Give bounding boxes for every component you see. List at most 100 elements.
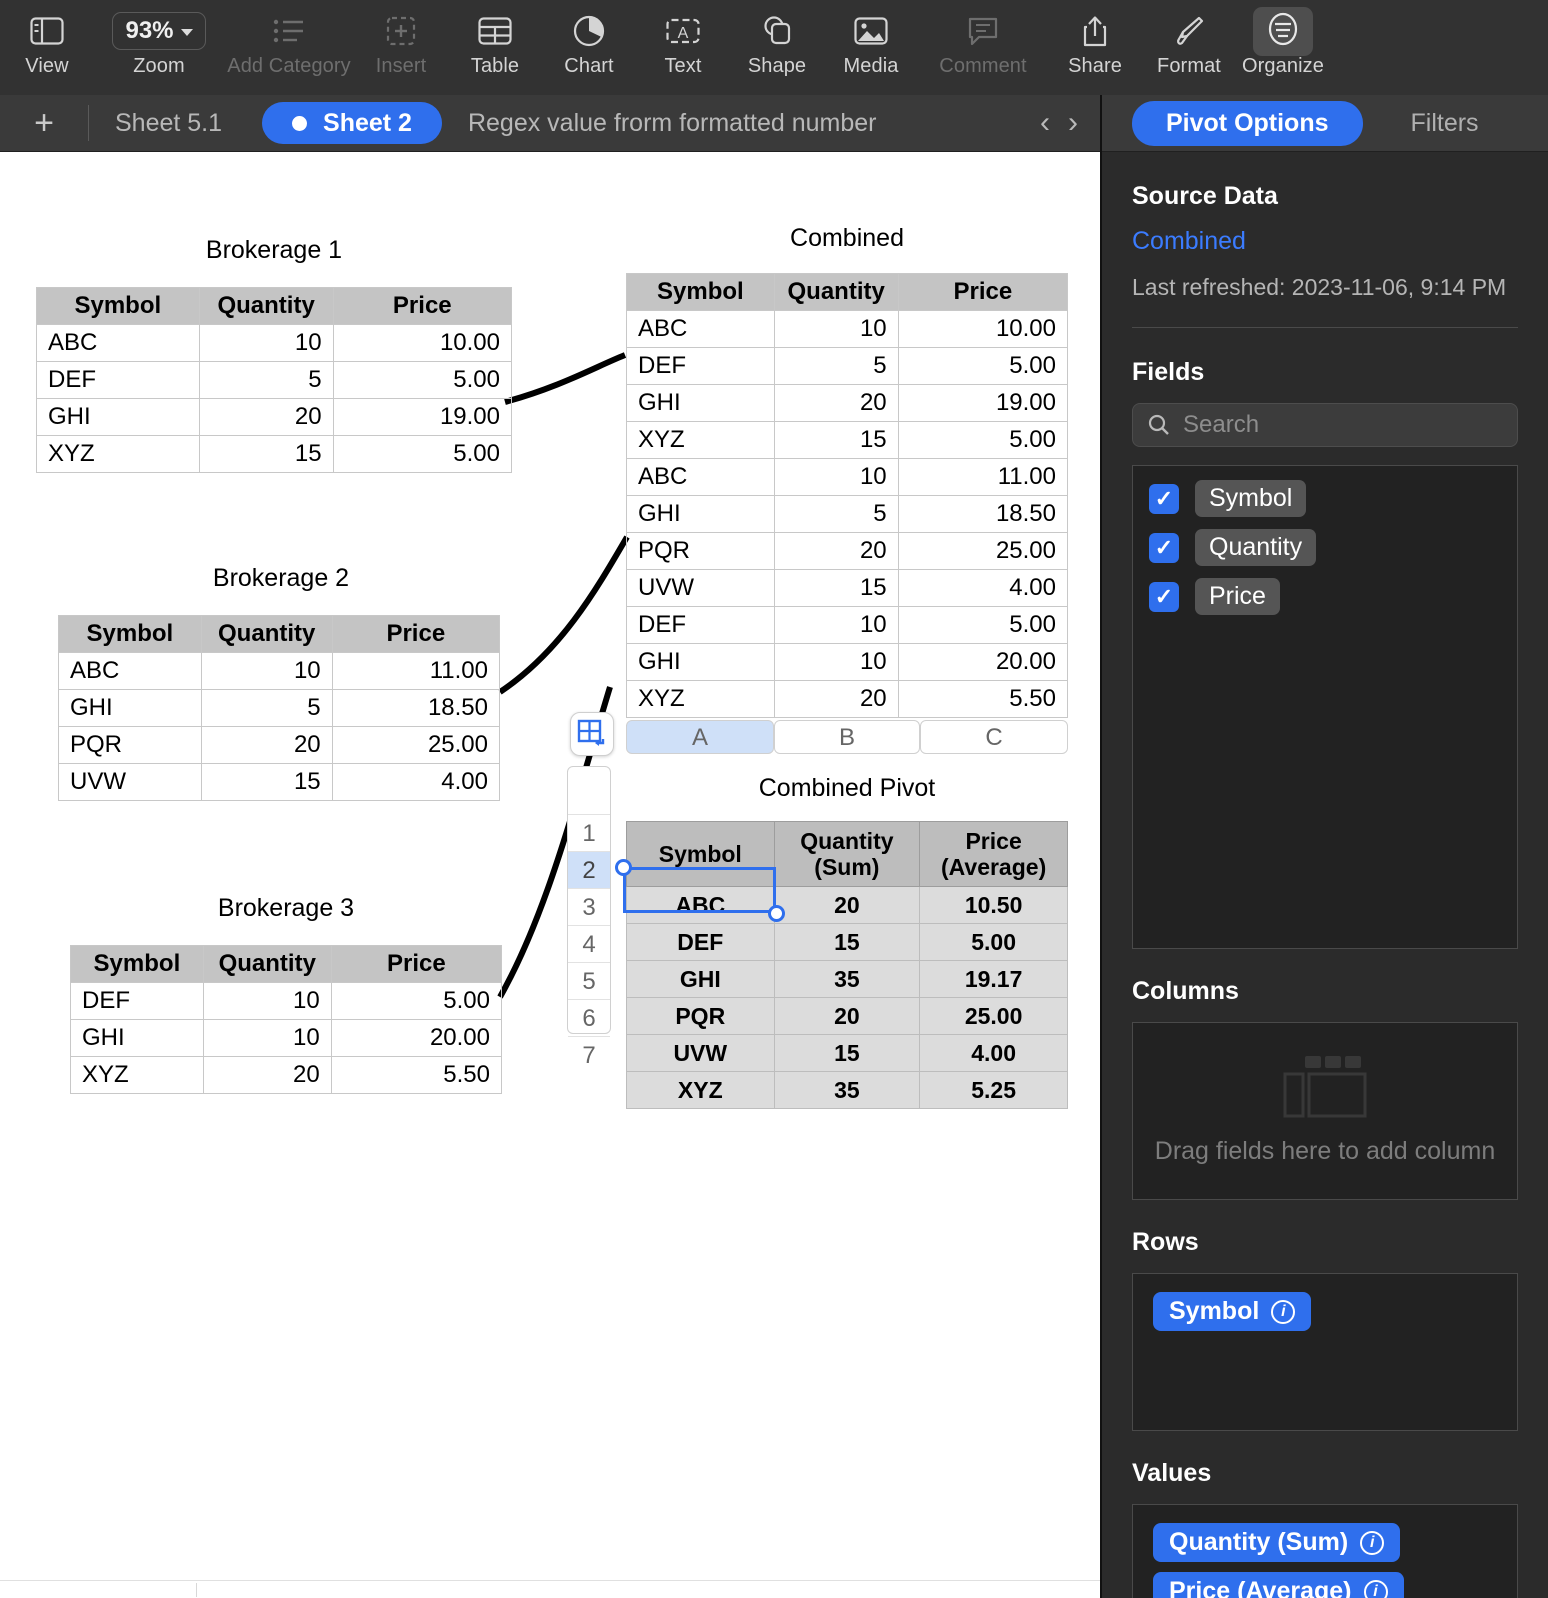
col-header-price[interactable]: Price <box>332 287 513 325</box>
sheet-tab-sheet-5-1[interactable]: Sheet 5.1 <box>89 109 248 138</box>
table-row[interactable]: GHI 5 18.50 <box>58 689 501 727</box>
cell-symbol[interactable]: DEF <box>70 982 204 1020</box>
cell-quantity[interactable]: 15 <box>773 421 899 459</box>
field-label-symbol[interactable]: Symbol <box>1195 480 1307 517</box>
row-header-4[interactable]: 4 <box>568 926 610 963</box>
pivot-cell-quantity-sum[interactable]: 20 <box>773 997 921 1035</box>
table-row[interactable]: ABC 10 11.00 <box>626 458 1069 496</box>
sheet-prev-button[interactable]: ‹ <box>1040 106 1050 140</box>
toolbar-media-button[interactable]: Media <box>824 0 918 95</box>
checkbox-symbol[interactable]: ✓ <box>1149 483 1179 514</box>
toolbar-table-button[interactable]: Table <box>448 0 542 95</box>
table-row[interactable]: PQR 20 25.00 <box>58 726 501 764</box>
pivot-cell-price-average[interactable]: 19.17 <box>919 960 1068 998</box>
cell-symbol[interactable]: ABC <box>58 652 202 690</box>
cell-selection-rect[interactable] <box>623 867 776 913</box>
toolbar-shape-button[interactable]: Shape <box>730 0 824 95</box>
checkbox-quantity[interactable]: ✓ <box>1149 532 1179 563</box>
columns-drop-zone[interactable]: Drag fields here to add column <box>1132 1022 1518 1200</box>
fields-search-input[interactable]: Search <box>1183 411 1259 439</box>
pivot-cell-symbol[interactable]: GHI <box>626 960 775 998</box>
field-item-quantity[interactable]: ✓ Quantity <box>1149 529 1501 566</box>
pivot-row[interactable]: GHI 35 19.17 <box>626 960 1068 998</box>
col-header-price[interactable]: Price <box>330 945 503 983</box>
cell-quantity[interactable]: 10 <box>773 458 899 496</box>
zoom-chip[interactable]: 93% <box>112 8 206 54</box>
pivot-cell-symbol[interactable]: XYZ <box>626 1071 775 1109</box>
fields-list[interactable]: ✓ Symbol ✓ Quantity ✓ Price <box>1132 465 1518 949</box>
toolbar-text-button[interactable]: A Text <box>636 0 730 95</box>
cell-symbol[interactable]: DEF <box>36 361 200 399</box>
field-label-price[interactable]: Price <box>1195 578 1280 615</box>
pivot-cell-price-average[interactable]: 5.25 <box>919 1071 1068 1109</box>
table-row[interactable]: GHI 10 20.00 <box>70 1019 503 1057</box>
cell-quantity[interactable]: 20 <box>198 398 334 436</box>
cell-quantity[interactable]: 10 <box>202 1019 332 1057</box>
field-item-price[interactable]: ✓ Price <box>1149 578 1501 615</box>
brokerage-3-table-group[interactable]: Brokerage 3 Symbol Quantity Price DEF 10 5… <box>70 894 503 1094</box>
cell-price[interactable]: 11.00 <box>331 652 501 690</box>
cell-quantity[interactable]: 15 <box>198 435 334 473</box>
cell-quantity[interactable]: 5 <box>198 361 334 399</box>
cell-symbol[interactable]: UVW <box>58 763 202 801</box>
field-item-symbol[interactable]: ✓ Symbol <box>1149 480 1501 517</box>
cell-symbol[interactable]: GHI <box>36 398 200 436</box>
cell-price[interactable]: 10.00 <box>897 310 1069 348</box>
pivot-cell-quantity-sum[interactable]: 35 <box>773 960 921 998</box>
row-header-1[interactable]: 1 <box>568 815 610 852</box>
cell-quantity[interactable]: 5 <box>773 495 899 533</box>
table-row[interactable]: ABC 10 10.00 <box>36 324 513 362</box>
cell-quantity[interactable]: 15 <box>200 763 333 801</box>
info-icon[interactable]: i <box>1360 1530 1385 1555</box>
pivot-cell-symbol[interactable]: UVW <box>626 1034 775 1072</box>
cell-price[interactable]: 25.00 <box>331 726 501 764</box>
cell-quantity[interactable]: 10 <box>773 310 899 348</box>
cell-symbol[interactable]: ABC <box>36 324 200 362</box>
values-chip-price-average[interactable]: Price (Average) i <box>1153 1572 1404 1598</box>
sheet-tab-sheet-2[interactable]: Sheet 2 <box>262 102 442 144</box>
values-chip-quantity-sum[interactable]: Quantity (Sum) i <box>1153 1523 1401 1562</box>
column-header-c[interactable]: C <box>920 720 1068 754</box>
toolbar-format-button[interactable]: Format <box>1142 0 1236 95</box>
combined-pivot-group[interactable]: Combined Pivot Symbol Quantity (Sum) Pri… <box>626 774 1068 1109</box>
col-header-symbol[interactable]: Symbol <box>626 273 775 311</box>
cell-quantity[interactable]: 10 <box>202 982 332 1020</box>
table-row[interactable]: DEF 10 5.00 <box>70 982 503 1020</box>
cell-price[interactable]: 18.50 <box>897 495 1069 533</box>
brokerage-1-table-group[interactable]: Brokerage 1 Symbol Quantity Price ABC 10 1… <box>36 236 513 473</box>
toolbar-organize-button[interactable]: Organize <box>1236 0 1330 95</box>
cell-quantity[interactable]: 15 <box>773 569 899 607</box>
pivot-cell-quantity-sum[interactable]: 20 <box>773 886 921 924</box>
pivot-cell-price-average[interactable]: 4.00 <box>919 1034 1068 1072</box>
rows-drop-zone[interactable]: Symbol i <box>1132 1273 1518 1431</box>
tab-filters[interactable]: Filters <box>1411 109 1479 138</box>
add-sheet-button[interactable]: + <box>0 104 88 143</box>
brokerage-1-table[interactable]: Symbol Quantity Price ABC 10 10.00 DEF 5 5.0… <box>36 287 513 473</box>
table-row[interactable]: UVW 15 4.00 <box>626 569 1069 607</box>
cell-quantity[interactable]: 20 <box>202 1056 332 1094</box>
cell-symbol[interactable]: GHI <box>58 689 202 727</box>
cell-price[interactable]: 10.00 <box>332 324 513 362</box>
tab-pivot-options[interactable]: Pivot Options <box>1132 100 1363 146</box>
pivot-cell-symbol[interactable]: PQR <box>626 997 775 1035</box>
cell-price[interactable]: 5.00 <box>897 606 1069 644</box>
checkbox-price[interactable]: ✓ <box>1149 581 1179 612</box>
cell-symbol[interactable]: XYZ <box>626 421 775 459</box>
source-data-link[interactable]: Combined <box>1132 227 1518 256</box>
cell-symbol[interactable]: GHI <box>626 495 775 533</box>
table-row[interactable]: DEF 5 5.00 <box>36 361 513 399</box>
table-row[interactable]: XYZ 20 5.50 <box>626 680 1069 718</box>
cell-quantity[interactable]: 20 <box>773 384 899 422</box>
pivot-col-header-price-average[interactable]: Price (Average) <box>919 821 1068 887</box>
cell-symbol[interactable]: PQR <box>58 726 202 764</box>
toolbar-share-button[interactable]: Share <box>1048 0 1142 95</box>
col-header-quantity[interactable]: Quantity <box>198 287 334 325</box>
cell-symbol[interactable]: GHI <box>70 1019 204 1057</box>
combined-table[interactable]: Symbol Quantity Price ABC 10 10.00 DEF 5 5.00… <box>626 273 1069 718</box>
cell-quantity[interactable]: 5 <box>200 689 333 727</box>
sheet-next-button[interactable]: › <box>1068 106 1078 140</box>
table-row[interactable]: DEF 10 5.00 <box>626 606 1069 644</box>
selection-handle-bottom-right[interactable] <box>768 905 785 922</box>
cell-price[interactable]: 19.00 <box>897 384 1069 422</box>
info-icon[interactable]: i <box>1271 1299 1296 1324</box>
